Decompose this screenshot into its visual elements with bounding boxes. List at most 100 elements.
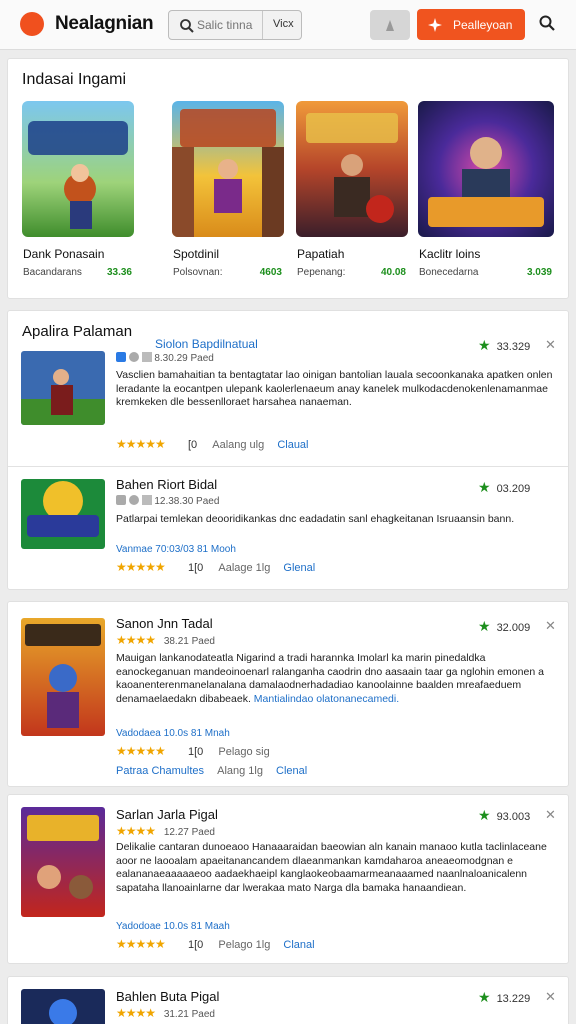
- close-icon[interactable]: ✕: [545, 337, 556, 353]
- green-star-icon: ★: [478, 337, 491, 353]
- score-value: 03.209: [496, 483, 531, 495]
- item-aside: Aalang ulg: [212, 439, 265, 451]
- game-thumbnail: [22, 101, 134, 237]
- rating-stars: ★★★★★: [116, 560, 166, 574]
- item-meta: ★★★★ 12.27 Paed: [116, 824, 215, 838]
- close-icon[interactable]: ✕: [545, 989, 556, 1005]
- list-card[interactable]: Sarlan Jarla Pigal ★★★★ 12.27 Paed Delik…: [7, 794, 569, 964]
- item-link[interactable]: Glenal: [283, 562, 315, 574]
- game-thumbnail: [21, 807, 105, 917]
- item-footer-2: Patraa Chamultes Alang 1lg Clenal: [116, 765, 307, 777]
- game-price: 40.08: [380, 267, 406, 278]
- item-meta: ★★★★ 38.21 Paed: [116, 633, 215, 647]
- search-divider: [262, 11, 263, 39]
- review-count: 1[0: [188, 746, 204, 758]
- rating-stars-small: ★★★★: [116, 824, 156, 838]
- item-score: ★ 32.009: [478, 618, 530, 635]
- item-date: 12.38.30 Paed: [154, 496, 220, 507]
- game-name: Kaclitr loins: [419, 247, 481, 261]
- list-card[interactable]: Sanon Jnn Tadal ★★★★ 38.21 Paed Mauigan …: [7, 601, 569, 787]
- featured-title: Indasai Ingami: [22, 71, 127, 88]
- game-thumbnail: [172, 101, 284, 237]
- review-count: [0: [188, 439, 198, 451]
- description-link[interactable]: Mantialindao olatonanecamedi.: [254, 693, 399, 705]
- primary-action-label: Pealleyoan: [453, 18, 513, 32]
- rating-stars: ★★★★★: [116, 437, 166, 451]
- user-icon: [386, 20, 394, 31]
- featured-card[interactable]: Papatiah Pepenang: 40.08: [296, 101, 408, 291]
- top-bar: Nealagnian Vicx Pealleyoan: [0, 0, 576, 50]
- item-meta: 12.38.30 Paed: [116, 495, 219, 507]
- item-title[interactable]: Sarlan Jarla Pigal: [116, 807, 218, 822]
- score-value: 13.229: [496, 993, 531, 1005]
- item-aside-2: Alang 1lg: [217, 765, 263, 777]
- review-count: 1[0: [188, 939, 204, 951]
- game-thumbnail: [418, 101, 554, 237]
- search-icon[interactable]: [538, 14, 556, 32]
- game-price: 4603: [259, 267, 282, 278]
- item-description: Delikalie cantaran dunoeaoo Hanaaaraidan…: [116, 841, 547, 894]
- item-aside: Pelago sig: [218, 746, 270, 758]
- item-title[interactable]: Bahen Riort Bidal: [116, 477, 217, 492]
- rating-stars-small: ★★★★: [116, 1006, 156, 1020]
- list-item[interactable]: Siolon Bapdilnatual 8.30.29 Paed Vasclie…: [8, 333, 568, 467]
- item-aside: Pelago 1lg: [218, 939, 271, 951]
- featured-card[interactable]: Dank Ponasain Bacandarans 33.36: [22, 101, 134, 291]
- primary-action-button[interactable]: Pealleyoan: [417, 9, 525, 40]
- rating-stars: ★★★★★: [116, 937, 166, 951]
- item-footer: [0 Aalang ulg Claual: [188, 439, 309, 451]
- list-card[interactable]: Bahlen Buta Pigal ★★★★ 31.21 Paed ★ 13.22…: [7, 976, 569, 1024]
- review-count: 1[0: [188, 562, 204, 574]
- item-footer: 1[0 Aalage 1lg Glenal: [188, 562, 315, 574]
- featured-section: Indasai Ingami Dank Ponasain Bacandarans…: [7, 58, 569, 299]
- list-section: Apalira Palaman Siolon Bapdilnatual 8.30…: [7, 310, 569, 590]
- item-extra: Vadodaea 10.0s 81 Mnah: [116, 728, 230, 739]
- logo-icon[interactable]: [20, 12, 44, 36]
- score-value: 33.329: [496, 341, 531, 353]
- list-item[interactable]: Sanon Jnn Tadal ★★★★ 38.21 Paed Mauigan …: [8, 602, 568, 788]
- item-footer: 1[0 Pelago 1lg Clanal: [188, 939, 315, 951]
- item-meta: 8.30.29 Paed: [116, 352, 214, 364]
- score-value: 32.009: [496, 622, 531, 634]
- tag-icon: [141, 352, 152, 362]
- game-thumbnail: [21, 351, 105, 425]
- game-thumbnail: [21, 618, 105, 736]
- game-price: 3.039: [526, 267, 552, 278]
- game-publisher: Pepenang:: [297, 267, 346, 278]
- item-score: ★ 33.329: [478, 337, 530, 354]
- star-burst-icon: [428, 18, 442, 32]
- rating-stars-small: ★★★★: [116, 633, 156, 647]
- list-item[interactable]: Sarlan Jarla Pigal ★★★★ 12.27 Paed Delik…: [8, 795, 568, 965]
- user-button[interactable]: [370, 10, 410, 40]
- list-item[interactable]: Bahen Riort Bidal 12.38.30 Paed Patlarpa…: [8, 467, 568, 591]
- game-name: Spotdinil: [173, 247, 220, 261]
- rating-stars: ★★★★★: [116, 744, 166, 758]
- game-name: Dank Ponasain: [23, 247, 105, 261]
- list-item[interactable]: Bahlen Buta Pigal ★★★★ 31.21 Paed ★ 13.22…: [8, 977, 568, 1024]
- green-star-icon: ★: [478, 989, 491, 1005]
- item-title[interactable]: Siolon Bapdilnatual: [155, 337, 258, 351]
- game-publisher: Polsovnan:: [173, 267, 223, 278]
- search-icon: [180, 19, 194, 33]
- search-input[interactable]: [197, 15, 261, 35]
- item-link[interactable]: Clanal: [283, 939, 314, 951]
- score-value: 93.003: [496, 811, 531, 823]
- item-link[interactable]: Clenal: [276, 765, 307, 777]
- game-thumbnail: [296, 101, 408, 237]
- item-title[interactable]: Bahlen Buta Pigal: [116, 989, 219, 1004]
- brand-name[interactable]: Nealagnian: [55, 13, 154, 35]
- featured-card[interactable]: Spotdinil Polsovnan: 4603: [172, 101, 284, 291]
- item-tag-link[interactable]: Patraa Chamultes: [116, 765, 204, 777]
- item-link[interactable]: Claual: [277, 439, 308, 451]
- item-score: ★ 93.003: [478, 807, 530, 824]
- close-icon[interactable]: ✕: [545, 807, 556, 823]
- item-score: ★ 13.229: [478, 989, 530, 1006]
- close-icon[interactable]: ✕: [545, 618, 556, 634]
- game-name: Papatiah: [297, 247, 345, 261]
- view-button[interactable]: Vicx: [273, 18, 294, 30]
- green-star-icon: ★: [478, 807, 491, 823]
- item-title[interactable]: Sanon Jnn Tadal: [116, 616, 213, 631]
- item-description: Vasclien bamahaitian ta bentagtatar lao …: [116, 369, 553, 408]
- featured-card[interactable]: Kaclitr loins Bonecedarna 3.039: [418, 101, 554, 291]
- item-description: Mauigan lankanodateatla Nigarind a tradi…: [116, 652, 556, 706]
